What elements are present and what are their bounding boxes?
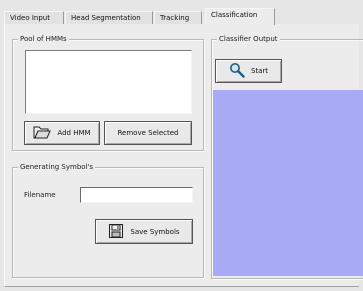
remove-selected-label: Remove Selected — [117, 129, 179, 137]
magnifier-icon — [229, 62, 245, 80]
tab-head-segmentation[interactable]: Head Segmentation — [65, 11, 153, 24]
add-hmm-label: Add HMM — [57, 129, 91, 137]
pool-of-hmms-title: Pool of HMMs — [18, 35, 69, 43]
save-symbols-button[interactable]: Save Symbols — [95, 219, 193, 244]
start-button[interactable]: Start — [215, 59, 282, 83]
tab-label: Video Input — [10, 14, 50, 22]
tab-classification[interactable]: Classification — [205, 8, 275, 25]
tab-label: Tracking — [160, 14, 190, 22]
disk-save-icon — [108, 223, 124, 241]
tab-label: Classification — [211, 11, 258, 19]
add-hmm-button[interactable]: Add HMM — [24, 121, 100, 145]
filename-label: Filename — [24, 191, 56, 199]
save-symbols-label: Save Symbols — [130, 227, 180, 236]
tab-bar: Video Input Head Segmentation Tracking C… — [4, 8, 359, 25]
folder-open-icon — [33, 125, 52, 141]
classifier-output-title: Classifier Output — [217, 35, 280, 43]
hmm-list[interactable] — [25, 50, 192, 114]
generating-symbols-title: Generating Symbol's — [18, 163, 96, 171]
tab-video-input[interactable]: Video Input — [4, 11, 64, 24]
tab-tracking[interactable]: Tracking — [154, 11, 202, 24]
remove-selected-button[interactable]: Remove Selected — [104, 121, 192, 145]
classifier-output-canvas — [213, 90, 363, 276]
start-label: Start — [250, 67, 269, 75]
tab-label: Head Segmentation — [71, 14, 141, 22]
filename-field[interactable] — [80, 187, 193, 203]
